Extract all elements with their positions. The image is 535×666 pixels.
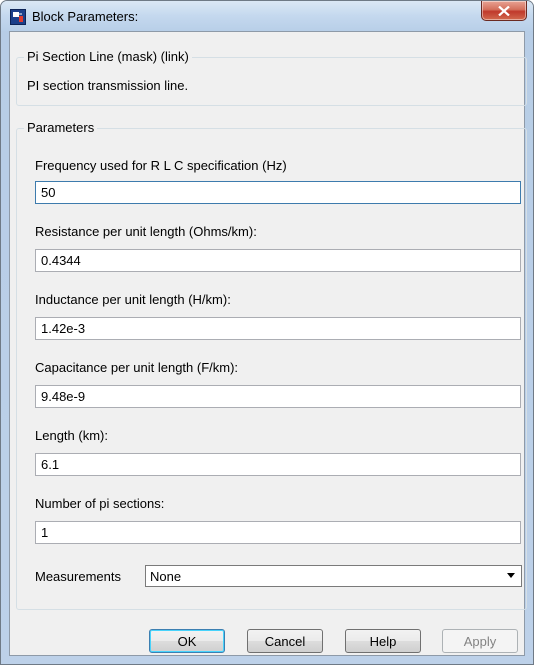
close-button[interactable]: [481, 1, 527, 21]
mask-description: PI section transmission line.: [27, 78, 189, 93]
parameters-heading: Parameters: [24, 120, 98, 135]
resistance-label: Resistance per unit length (Ohms/km):: [35, 224, 257, 239]
frequency-input[interactable]: [35, 181, 521, 204]
capacitance-label: Capacitance per unit length (F/km):: [35, 360, 239, 375]
frequency-label: Frequency used for R L C specification (…: [35, 158, 287, 173]
length-label: Length (km):: [35, 428, 108, 443]
close-icon: [498, 5, 510, 16]
measurements-label: Measurements: [35, 569, 121, 584]
window-title: Block Parameters:: [32, 9, 139, 24]
ok-button[interactable]: OK: [149, 629, 225, 653]
simulink-block-icon: [10, 9, 26, 25]
chevron-down-icon: [507, 573, 515, 578]
dialog-body: Pi Section Line (mask) (link) PI section…: [9, 31, 527, 656]
measurements-selected: None: [150, 568, 182, 584]
parameters-group: Parameters Frequency used for R L C spec…: [16, 120, 527, 610]
inductance-input[interactable]: [35, 317, 521, 340]
cancel-button[interactable]: Cancel: [247, 629, 323, 653]
title-bar[interactable]: Block Parameters:: [1, 1, 533, 31]
pi-sections-input[interactable]: [35, 521, 521, 544]
resistance-input[interactable]: [35, 249, 521, 272]
measurements-select[interactable]: None: [145, 565, 522, 587]
mask-description-group: Pi Section Line (mask) (link) PI section…: [16, 49, 527, 106]
inductance-label: Inductance per unit length (H/km):: [35, 292, 231, 307]
apply-button: Apply: [442, 629, 518, 653]
help-button[interactable]: Help: [345, 629, 421, 653]
capacitance-input[interactable]: [35, 385, 521, 408]
dialog-window: Block Parameters: Pi Section Line (mask)…: [0, 0, 534, 665]
pi-sections-label: Number of pi sections:: [35, 496, 165, 511]
mask-heading: Pi Section Line (mask) (link): [24, 49, 192, 64]
length-input[interactable]: [35, 453, 521, 476]
